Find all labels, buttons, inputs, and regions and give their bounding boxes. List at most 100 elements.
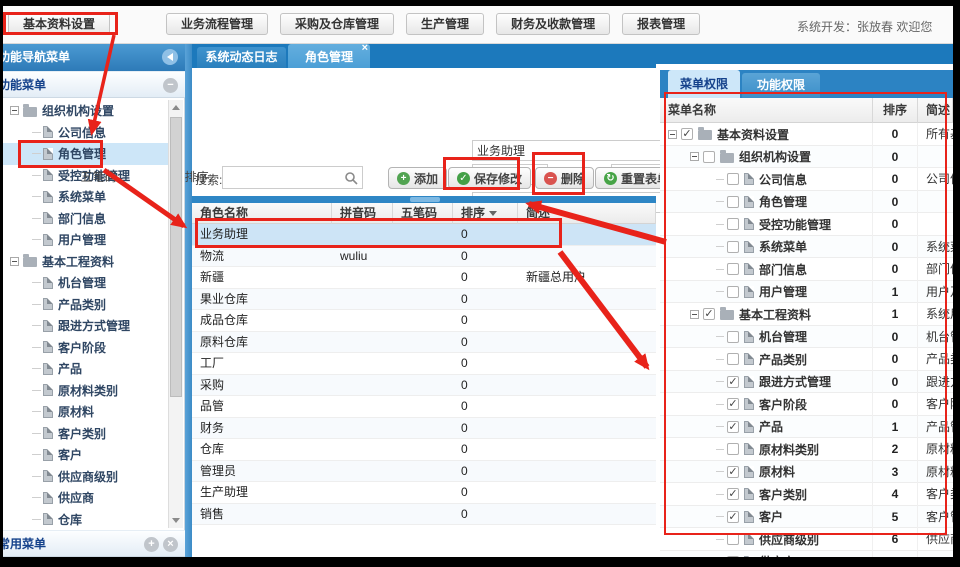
splitter-handle-icon[interactable] bbox=[410, 197, 440, 202]
perm-column-desc[interactable]: 简述 bbox=[918, 98, 953, 123]
perm-column-menu-name[interactable]: 菜单名称 bbox=[660, 98, 873, 123]
accordion-header-favorites[interactable]: 常用菜单 + × bbox=[3, 530, 185, 557]
sidebar-item[interactable]: 基本工程资料 bbox=[3, 251, 169, 273]
tab-menu-permissions[interactable]: 菜单权限 bbox=[668, 70, 740, 98]
column-header-2[interactable]: 五笔码 bbox=[393, 203, 453, 224]
table-row[interactable]: 物流wuliu0 bbox=[192, 246, 656, 268]
checkbox[interactable] bbox=[727, 331, 739, 343]
table-row[interactable]: 仓库0 bbox=[192, 439, 656, 461]
table-row[interactable]: 业务助理0 bbox=[192, 224, 656, 246]
checkbox[interactable] bbox=[727, 173, 739, 185]
table-row[interactable]: 财务0 bbox=[192, 418, 656, 440]
perm-row[interactable]: ✓原材料3原材料 bbox=[660, 461, 953, 484]
perm-row[interactable]: ✓产品1产品管 bbox=[660, 416, 953, 439]
table-row[interactable]: 管理员0 bbox=[192, 461, 656, 483]
sidebar-item[interactable]: 仓库 bbox=[3, 509, 169, 531]
table-row[interactable]: 品管0 bbox=[192, 396, 656, 418]
checkbox[interactable] bbox=[727, 196, 739, 208]
sidebar-item[interactable]: 机台管理 bbox=[3, 272, 169, 294]
sidebar-item[interactable]: 产品类别 bbox=[3, 294, 169, 316]
checkbox[interactable] bbox=[703, 151, 715, 163]
perm-row[interactable]: 角色管理0 bbox=[660, 191, 953, 214]
expander-icon[interactable] bbox=[690, 152, 699, 161]
checkbox[interactable] bbox=[727, 556, 739, 557]
sidebar-item[interactable]: 原材料 bbox=[3, 401, 169, 423]
expander-icon[interactable] bbox=[10, 257, 19, 266]
delete-button[interactable]: 删除 bbox=[535, 167, 594, 189]
sidebar-item[interactable]: 角色管理 bbox=[3, 143, 169, 165]
perm-row[interactable]: ✓基本工程资料1系统用 bbox=[660, 303, 953, 326]
vertical-splitter[interactable] bbox=[185, 44, 192, 557]
perm-row[interactable]: 系统菜单0系统菜 bbox=[660, 236, 953, 259]
expander-icon[interactable] bbox=[668, 130, 677, 139]
perm-row[interactable]: 供应商级别6供应商 bbox=[660, 528, 953, 551]
checkbox[interactable]: ✓ bbox=[703, 308, 715, 320]
perm-row[interactable]: 原材料类别2原材料 bbox=[660, 438, 953, 461]
sidebar-item[interactable]: 跟进方式管理 bbox=[3, 315, 169, 337]
scrollbar-thumb[interactable] bbox=[170, 117, 182, 397]
horizontal-splitter[interactable] bbox=[192, 196, 656, 203]
checkbox[interactable]: ✓ bbox=[727, 421, 739, 433]
perm-row[interactable]: 机台管理0机台管 bbox=[660, 326, 953, 349]
checkbox[interactable] bbox=[727, 353, 739, 365]
perm-row[interactable]: 受控功能管理0 bbox=[660, 213, 953, 236]
sidebar-item[interactable]: 客户阶段 bbox=[3, 337, 169, 359]
search-icon[interactable] bbox=[344, 171, 358, 185]
remove-favorite-icon[interactable]: × bbox=[163, 537, 178, 552]
sidebar-item[interactable]: 系统菜单 bbox=[3, 186, 169, 208]
close-icon[interactable]: × bbox=[362, 43, 368, 54]
menu-item-3[interactable]: 生产管理 bbox=[406, 13, 484, 35]
perm-column-sort[interactable]: 排序 bbox=[873, 98, 918, 123]
add-button[interactable]: 添加 bbox=[388, 167, 447, 189]
menu-item-2[interactable]: 采购及仓库管理 bbox=[280, 13, 394, 35]
search-input[interactable] bbox=[223, 167, 343, 188]
perm-row[interactable]: 供应商 bbox=[660, 551, 953, 558]
save-changes-button[interactable]: 保存修改 bbox=[448, 167, 531, 189]
sidebar-item[interactable]: 供应商级别 bbox=[3, 466, 169, 488]
sidebar-item[interactable]: 客户 bbox=[3, 444, 169, 466]
column-header-1[interactable]: 拼音码 bbox=[332, 203, 393, 224]
table-row[interactable]: 原料仓库0 bbox=[192, 332, 656, 354]
perm-row[interactable]: ✓跟进方式管理0跟进方 bbox=[660, 371, 953, 394]
tab-system-log[interactable]: 系统动态日志 bbox=[197, 47, 286, 68]
sidebar-item[interactable]: 公司信息 bbox=[3, 122, 169, 144]
sidebar-item[interactable]: 供应商 bbox=[3, 487, 169, 509]
checkbox[interactable] bbox=[727, 218, 739, 230]
sidebar-item[interactable]: 原材料类别 bbox=[3, 380, 169, 402]
checkbox[interactable] bbox=[727, 286, 739, 298]
checkbox[interactable]: ✓ bbox=[681, 128, 693, 140]
perm-row[interactable]: 公司信息0公司信 bbox=[660, 168, 953, 191]
perm-row[interactable]: ✓基本资料设置0所有基 bbox=[660, 123, 953, 146]
checkbox[interactable] bbox=[727, 443, 739, 455]
tab-role-management[interactable]: 角色管理 × bbox=[288, 44, 370, 68]
perm-row[interactable]: 组织机构设置0 bbox=[660, 146, 953, 169]
scroll-up-icon[interactable] bbox=[172, 105, 180, 110]
collapse-section-icon[interactable]: − bbox=[163, 78, 178, 93]
perm-row[interactable]: 产品类别0产品类 bbox=[660, 348, 953, 371]
checkbox[interactable] bbox=[727, 263, 739, 275]
table-row[interactable]: 果业仓库0 bbox=[192, 289, 656, 311]
checkbox[interactable]: ✓ bbox=[727, 466, 739, 478]
checkbox[interactable]: ✓ bbox=[727, 488, 739, 500]
table-row[interactable]: 销售0 bbox=[192, 504, 656, 526]
checkbox[interactable] bbox=[727, 533, 739, 545]
checkbox[interactable]: ✓ bbox=[727, 511, 739, 523]
table-row[interactable]: 成品仓库0 bbox=[192, 310, 656, 332]
menu-item-4[interactable]: 财务及收款管理 bbox=[496, 13, 610, 35]
accordion-header-function-menu[interactable]: 功能菜单 − bbox=[3, 71, 185, 98]
perm-row[interactable]: ✓客户5客户管 bbox=[660, 506, 953, 529]
perm-row[interactable]: ✓客户类别4客户类 bbox=[660, 483, 953, 506]
table-row[interactable]: 工厂0 bbox=[192, 353, 656, 375]
column-header-4[interactable]: 简述 bbox=[518, 203, 656, 224]
tab-function-permissions[interactable]: 功能权限 bbox=[742, 73, 820, 98]
sidebar-item[interactable]: 产品 bbox=[3, 358, 169, 380]
sidebar-item[interactable]: 用户管理 bbox=[3, 229, 169, 251]
sidebar-item[interactable]: 部门信息 bbox=[3, 208, 169, 230]
checkbox[interactable] bbox=[727, 241, 739, 253]
table-row[interactable]: 生产助理0 bbox=[192, 482, 656, 504]
checkbox[interactable]: ✓ bbox=[727, 376, 739, 388]
add-favorite-icon[interactable]: + bbox=[144, 537, 159, 552]
menu-item-0[interactable]: 基本资料设置 bbox=[8, 13, 110, 35]
column-header-3[interactable]: 排序 bbox=[453, 203, 518, 224]
sidebar-item[interactable]: 组织机构设置 bbox=[3, 100, 169, 122]
